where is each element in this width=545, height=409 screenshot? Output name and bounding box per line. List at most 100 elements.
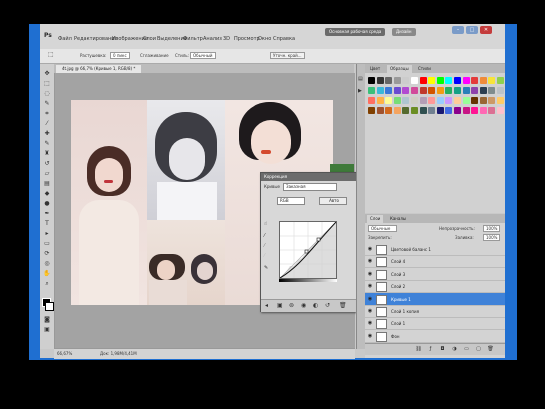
color-swatch[interactable] [411,107,418,114]
color-swatch[interactable] [445,107,453,114]
link-icon[interactable]: ⛓ [415,346,422,353]
color-swatch[interactable] [385,97,393,104]
color-swatch[interactable] [393,77,401,84]
layer-row[interactable]: ◉ Цветовой баланс 1 [365,243,505,256]
zoom-level[interactable]: 66,67% [57,351,72,356]
color-swatch[interactable] [428,87,436,94]
color-swatch[interactable] [436,87,444,94]
tab-swatches[interactable]: Образцы [387,65,412,73]
menu-filter[interactable]: Фильтр [183,36,203,42]
color-swatch[interactable] [488,77,496,84]
maximize-button[interactable]: □ [466,26,478,34]
color-swatch[interactable] [488,87,496,94]
folder-icon[interactable]: ▭ [463,346,470,353]
white-point-eyedropper-icon[interactable]: ⁄ [264,253,265,259]
crop-tool-icon[interactable]: ⌗ [43,110,51,117]
color-swatch[interactable] [454,97,461,104]
adjustment-layer-icon[interactable]: ◑ [451,346,458,353]
curve-pencil-icon[interactable]: ✎ [264,265,268,271]
style-select[interactable]: Обычный [190,52,216,59]
color-swatch[interactable] [402,87,410,94]
brush-tool-icon[interactable]: ✎ [43,140,51,147]
eye-icon[interactable]: ◉ [367,258,373,264]
color-swatch[interactable] [454,107,461,114]
gradient-tool-icon[interactable]: ▤ [43,180,51,187]
color-swatch[interactable] [419,97,427,104]
marquee-tool-icon[interactable]: ⬚ [48,51,54,58]
color-swatch[interactable] [393,107,401,114]
color-swatch[interactable] [419,77,427,84]
color-swatch[interactable] [488,107,496,114]
color-swatch[interactable] [393,87,401,94]
eraser-tool-icon[interactable]: ▱ [43,170,51,177]
previous-state-icon[interactable]: ◐ [313,302,318,309]
type-tool-icon[interactable]: T [43,220,51,227]
color-swatch[interactable] [445,87,453,94]
close-button[interactable]: ✕ [480,26,492,34]
color-swatch[interactable] [411,97,418,104]
healing-tool-icon[interactable]: ✚ [43,130,51,137]
refine-edge-button[interactable]: Уточн. край... [270,52,305,59]
color-swatch[interactable] [368,107,375,114]
color-swatch[interactable] [462,87,470,94]
color-swatch[interactable] [368,97,375,104]
color-swatch[interactable] [402,107,410,114]
reset-icon[interactable]: ↺ [325,302,330,309]
move-tool-icon[interactable]: ✥ [43,70,51,77]
color-swatch[interactable] [376,87,384,94]
background-color-swatch[interactable] [45,302,54,311]
color-swatch[interactable] [411,77,418,84]
color-swatch[interactable] [393,97,401,104]
eye-icon[interactable]: ◉ [367,308,373,314]
feather-input[interactable]: 0 пикс [110,52,130,59]
blur-tool-icon[interactable]: ◆ [43,190,51,197]
auto-button[interactable]: Авто [319,197,347,205]
blend-mode-select[interactable]: Обычные [368,225,398,232]
layer-row[interactable]: ◉ Слой 3 [365,268,505,281]
color-swatch[interactable] [428,77,436,84]
color-swatch[interactable] [419,107,427,114]
screen-mode-icon[interactable]: ▣ [43,326,51,333]
tab-styles[interactable]: Стили [415,65,434,73]
layer-row[interactable]: ◉ Фон [365,330,505,343]
black-point-eyedropper-icon[interactable]: ⁄ [264,233,265,239]
color-swatch[interactable] [385,77,393,84]
clip-icon[interactable]: ⊚ [289,302,294,309]
new-layer-icon[interactable]: ▢ [475,346,482,353]
color-swatch[interactable] [462,97,470,104]
tab-layers[interactable]: Слои [367,215,384,223]
color-swatch[interactable] [428,107,436,114]
document-tab[interactable]: 4t.jpg @ 66,7% (Кривые 1, RGB/8) * [56,65,142,73]
channel-select[interactable]: RGB [277,197,305,205]
tab-channels[interactable]: Каналы [387,215,409,223]
menu-help[interactable]: Справка [273,36,295,42]
tab-color[interactable]: Цвет [367,65,383,73]
color-swatch[interactable] [497,97,504,104]
eye-icon[interactable]: ◉ [367,283,373,289]
preset-select[interactable]: Заказная [283,183,337,191]
shape-tool-icon[interactable]: ▭ [43,240,51,247]
color-swatch[interactable] [385,87,393,94]
color-swatch[interactable] [471,97,479,104]
color-swatch[interactable] [436,107,444,114]
marquee-tool-icon[interactable]: ⬚ [43,80,51,87]
layer-row[interactable]: ◉ Слой 1 копия [365,305,505,318]
antialias-checkbox[interactable]: Сглаживание [140,53,169,58]
workspace-design-button[interactable]: Дизайн [392,28,416,36]
color-swatch[interactable] [376,77,384,84]
color-swatch[interactable] [462,107,470,114]
history-brush-tool-icon[interactable]: ↺ [43,160,51,167]
color-swatch[interactable] [488,97,496,104]
hand-tool-icon[interactable]: ✋ [43,270,51,277]
layer-row[interactable]: ◉ Слой 4 [365,255,505,269]
eye-icon[interactable]: ◉ [367,296,373,302]
color-swatch[interactable] [445,77,453,84]
color-swatch[interactable] [436,97,444,104]
color-swatch[interactable] [368,87,375,94]
path-select-tool-icon[interactable]: ▸ [43,230,51,237]
3d-rotate-tool-icon[interactable]: ⟳ [43,250,51,257]
menu-file[interactable]: Файл [58,36,72,42]
expand-icon[interactable]: ▣ [277,302,283,309]
color-swatch[interactable] [497,77,504,84]
color-swatch[interactable] [497,107,504,114]
